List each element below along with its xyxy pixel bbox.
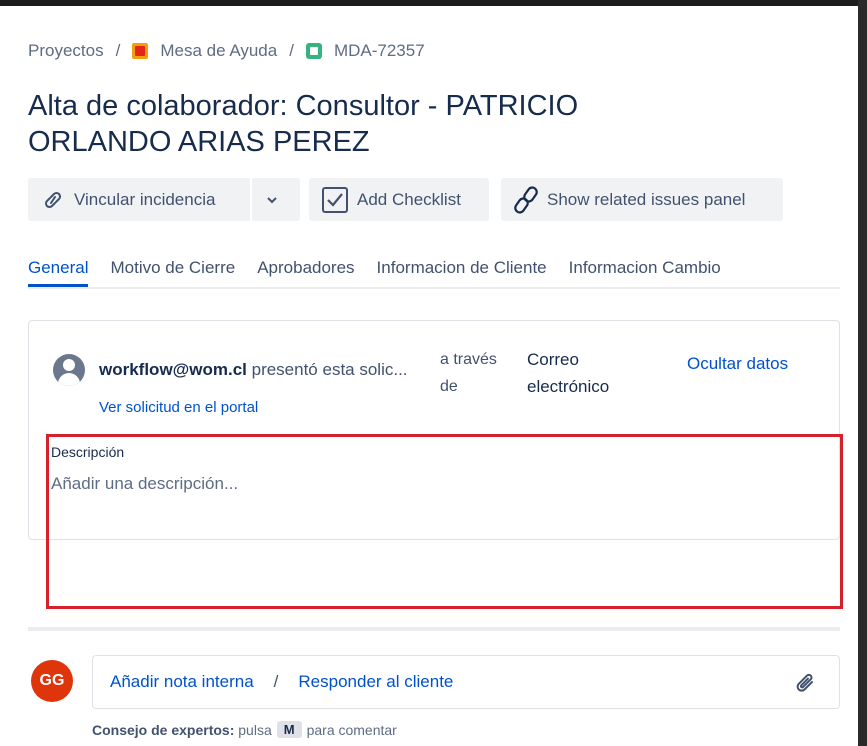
portal-link[interactable]: Ver solicitud en el portal	[99, 399, 258, 416]
request-channel: Correo electrónico	[527, 350, 610, 396]
reporter-action: presentó esta solic...	[251, 360, 408, 379]
breadcrumb-separator: /	[115, 41, 121, 60]
window-right-edge	[858, 0, 867, 746]
breadcrumb-issue-key[interactable]: MDA-72357	[334, 41, 425, 61]
window-top-edge	[0, 0, 867, 6]
link-issue-button[interactable]: Vincular incidencia	[28, 178, 250, 221]
issue-toolbar: Vincular incidencia Add Checklist Show r…	[28, 178, 783, 221]
via-label: a través de	[440, 351, 497, 395]
breadcrumb-separator: /	[289, 41, 294, 60]
user-avatar-icon	[53, 354, 85, 386]
comment-box[interactable]: Añadir nota interna / Responder al clien…	[92, 655, 840, 709]
link-icon	[44, 191, 62, 208]
tip-press: pulsa	[238, 721, 272, 738]
show-related-label: Show related issues panel	[547, 189, 746, 209]
current-user-avatar: GG	[31, 660, 73, 702]
link-issue-dropdown-button[interactable]	[252, 178, 300, 221]
tip-prefix: Consejo de expertos:	[92, 721, 235, 738]
add-checklist-label: Add Checklist	[357, 189, 461, 209]
chevron-down-icon	[267, 196, 277, 203]
checkbox-icon	[322, 186, 348, 213]
description-label: Descripción	[51, 444, 125, 460]
link-issue-label: Vincular incidencia	[74, 189, 216, 209]
add-checklist-button[interactable]: Add Checklist	[309, 178, 489, 221]
reporter-line: workflow@wom.cl presentó esta solic...	[99, 360, 408, 380]
tab-motivo-de-cierre[interactable]: Motivo de Cierre	[110, 255, 235, 287]
reporter-email[interactable]: workflow@wom.cl	[99, 360, 247, 379]
pro-tip: Consejo de expertos: pulsa M para coment…	[92, 721, 397, 738]
hide-data-link[interactable]: Ocultar datos	[687, 354, 788, 374]
chain-link-icon	[514, 185, 538, 214]
project-icon	[132, 43, 149, 59]
tab-informacion-cambio[interactable]: Informacion Cambio	[569, 255, 721, 287]
breadcrumb-projects[interactable]: Proyectos	[28, 41, 104, 61]
tab-aprobadores[interactable]: Aprobadores	[257, 255, 354, 287]
tab-informacion-de-cliente[interactable]: Informacion de Cliente	[377, 255, 547, 287]
section-divider	[28, 627, 840, 631]
breadcrumb: Proyectos / Mesa de Ayuda / MDA-72357	[28, 40, 425, 62]
description-field[interactable]: Añadir una descripción...	[51, 474, 831, 534]
attachment-icon[interactable]	[793, 671, 819, 697]
reply-to-customer-link[interactable]: Responder al cliente	[298, 672, 453, 692]
issue-tabs: General Motivo de Cierre Aprobadores Inf…	[28, 255, 840, 289]
comment-separator: /	[273, 672, 279, 691]
tab-general[interactable]: General	[28, 255, 89, 287]
tip-suffix: para comentar	[306, 721, 397, 738]
issue-type-icon	[305, 43, 322, 59]
breadcrumb-project[interactable]: Mesa de Ayuda	[160, 41, 277, 61]
show-related-button[interactable]: Show related issues panel	[501, 178, 783, 221]
shortcut-key: M	[276, 721, 302, 738]
add-internal-note-link[interactable]: Añadir nota interna	[110, 672, 254, 692]
issue-title[interactable]: Alta de colaborador: Consultor - PATRICI…	[28, 88, 728, 160]
